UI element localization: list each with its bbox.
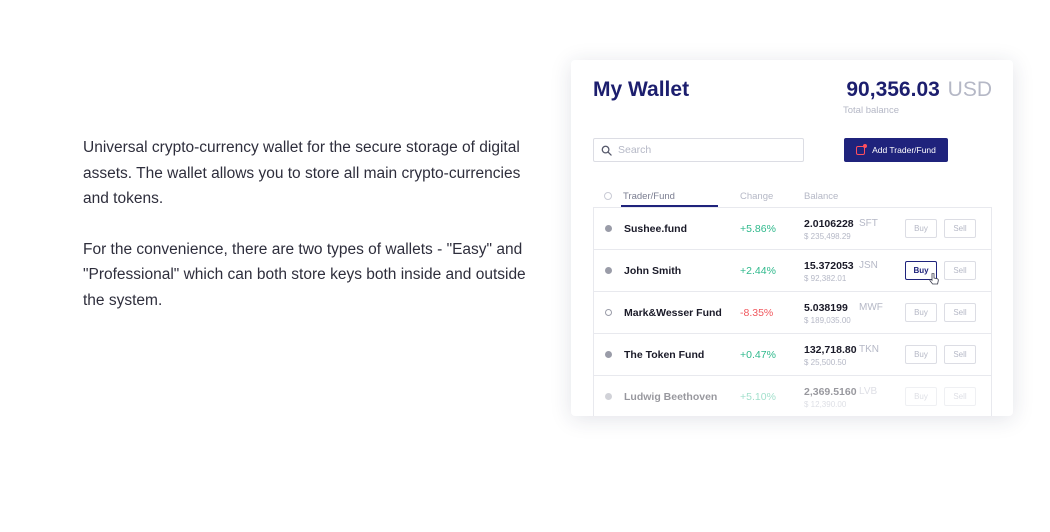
buy-button[interactable]: Buy: [905, 345, 937, 364]
sell-button[interactable]: Sell: [944, 345, 976, 364]
wallet-title: My Wallet: [593, 78, 690, 101]
row-usd-value: $ 235,498.29: [804, 232, 851, 241]
header-trader-fund[interactable]: Trader/Fund: [623, 191, 675, 202]
row-select-dot[interactable]: [605, 393, 612, 400]
buy-button[interactable]: Buy: [905, 303, 937, 322]
table-row[interactable]: John Smith +2.44% 15.372053 JSN $ 92,382…: [594, 250, 991, 292]
row-name: Ludwig Beethoven: [624, 391, 718, 403]
row-name: Mark&Wesser Fund: [624, 307, 722, 319]
sell-button[interactable]: Sell: [944, 219, 976, 238]
search-box[interactable]: [593, 138, 804, 162]
traders-table: Sushee.fund +5.86% 2.0106228 SFT $ 235,4…: [593, 207, 992, 416]
select-all-radio[interactable]: [604, 192, 612, 200]
table-row[interactable]: Ludwig Beethoven +5.10% 2,369.5160 LVB $…: [594, 376, 991, 416]
row-select-dot[interactable]: [605, 225, 612, 232]
balance-amount: 90,356.03: [846, 78, 940, 101]
row-symbol: SFT: [859, 218, 878, 229]
hand-cursor-icon: [929, 273, 939, 285]
row-symbol: JSN: [859, 260, 878, 271]
row-name: Sushee.fund: [624, 223, 688, 235]
add-trader-fund-button[interactable]: Add Trader/Fund: [844, 138, 948, 162]
row-change: +2.44%: [740, 265, 776, 277]
row-quantity: 2,369.5160: [804, 386, 857, 398]
row-select-dot[interactable]: [605, 351, 612, 358]
search-icon: [601, 145, 612, 156]
row-symbol: MWF: [859, 302, 883, 313]
table-row[interactable]: Mark&Wesser Fund -8.35% 5.038199 MWF $ 1…: [594, 292, 991, 334]
wallet-card: My Wallet 90,356.03 USD Total balance Ad…: [571, 60, 1013, 416]
sell-button[interactable]: Sell: [944, 387, 976, 406]
row-select-dot[interactable]: [605, 267, 612, 274]
table-header: Trader/Fund Change Balance: [593, 188, 991, 208]
intro-paragraph-1: Universal crypto-currency wallet for the…: [83, 139, 521, 207]
row-quantity: 15.372053: [804, 260, 854, 272]
row-quantity: 2.0106228: [804, 218, 854, 230]
sell-button[interactable]: Sell: [944, 261, 976, 280]
row-change: +0.47%: [740, 349, 776, 361]
row-symbol: TKN: [859, 344, 879, 355]
balance-label: Total balance: [843, 105, 899, 116]
row-usd-value: $ 189,035.00: [804, 316, 851, 325]
header-change[interactable]: Change: [740, 191, 773, 202]
search-input[interactable]: [618, 144, 788, 156]
table-row[interactable]: Sushee.fund +5.86% 2.0106228 SFT $ 235,4…: [594, 208, 991, 250]
row-change: -8.35%: [740, 307, 774, 319]
intro-text: Universal crypto-currency wallet for the…: [83, 135, 533, 313]
buy-button[interactable]: Buy: [905, 219, 937, 238]
row-symbol: LVB: [859, 386, 878, 397]
add-wallet-icon: [856, 143, 868, 155]
row-select-dot[interactable]: [605, 309, 612, 316]
row-change: +5.86%: [740, 223, 776, 235]
total-balance: 90,356.03 USD: [846, 78, 992, 102]
add-trader-fund-label: Add Trader/Fund: [872, 145, 936, 155]
row-usd-value: $ 25,500.50: [804, 358, 847, 367]
table-row[interactable]: The Token Fund +0.47% 132,718.80 TKN $ 2…: [594, 334, 991, 376]
row-quantity: 5.038199: [804, 302, 848, 314]
row-usd-value: $ 92,382.01: [804, 274, 847, 283]
row-name: John Smith: [624, 265, 682, 277]
header-balance[interactable]: Balance: [804, 191, 838, 202]
intro-paragraph-2: For the convenience, there are two types…: [83, 240, 526, 309]
row-quantity: 132,718.80: [804, 344, 857, 356]
row-change: +5.10%: [740, 391, 776, 403]
sell-button[interactable]: Sell: [944, 303, 976, 322]
row-name: The Token Fund: [624, 349, 705, 361]
row-usd-value: $ 12,390.00: [804, 400, 847, 409]
buy-button[interactable]: Buy: [905, 387, 937, 406]
balance-currency: USD: [947, 78, 992, 101]
